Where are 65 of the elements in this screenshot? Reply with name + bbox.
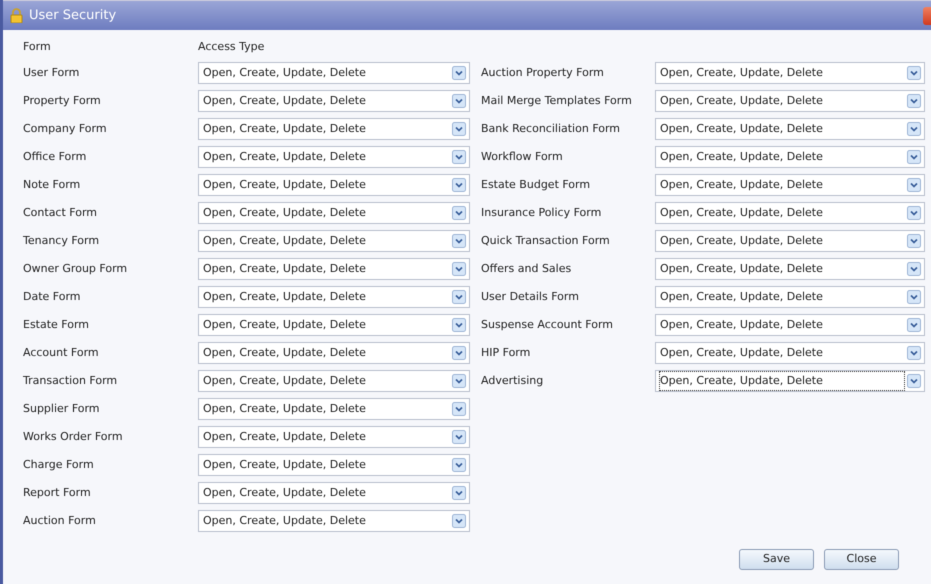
form-label: Estate Form [23, 316, 90, 333]
access-dropdown[interactable]: Open, Create, Update, Delete [655, 314, 925, 336]
access-dropdown[interactable]: Open, Create, Update, Delete [655, 370, 925, 392]
access-dropdown[interactable]: Open, Create, Update, Delete [198, 62, 470, 84]
access-dropdown[interactable]: Open, Create, Update, Delete [198, 202, 470, 224]
access-dropdown[interactable]: Open, Create, Update, Delete [198, 230, 470, 252]
access-dropdown[interactable]: Open, Create, Update, Delete [198, 342, 470, 364]
form-label: Auction Form [23, 512, 97, 529]
form-label: Auction Property Form [481, 64, 605, 81]
form-label: Date Form [23, 288, 82, 305]
access-dropdown[interactable]: Open, Create, Update, Delete [655, 202, 925, 224]
access-dropdown[interactable]: Open, Create, Update, Delete [655, 230, 925, 252]
access-dropdown[interactable]: Open, Create, Update, Delete [655, 286, 925, 308]
form-label: User Details Form [481, 288, 580, 305]
access-dropdown[interactable]: Open, Create, Update, Delete [655, 118, 925, 140]
access-dropdown[interactable]: Open, Create, Update, Delete [198, 454, 470, 476]
access-dropdown[interactable]: Open, Create, Update, Delete [655, 258, 925, 280]
access-dropdown[interactable]: Open, Create, Update, Delete [198, 314, 470, 336]
form-label: Estate Budget Form [481, 176, 592, 193]
form-label: Workflow Form [481, 148, 564, 165]
form-label: Report Form [23, 484, 92, 501]
access-dropdown[interactable]: Open, Create, Update, Delete [198, 426, 470, 448]
dialog-button[interactable]: Save [739, 549, 814, 570]
access-dropdown[interactable]: Open, Create, Update, Delete [198, 398, 470, 420]
access-dropdown[interactable]: Open, Create, Update, Delete [198, 118, 470, 140]
access-dropdown[interactable]: Open, Create, Update, Delete [655, 342, 925, 364]
form-label: Office Form [23, 148, 88, 165]
access-dropdown[interactable]: Open, Create, Update, Delete [198, 370, 470, 392]
close-button[interactable] [923, 6, 931, 24]
form-label: Transaction Form [23, 372, 118, 389]
access-dropdown[interactable]: Open, Create, Update, Delete [655, 146, 925, 168]
form-label: Advertising [481, 372, 544, 389]
form-label: Note Form [23, 176, 82, 193]
access-dropdown[interactable]: Open, Create, Update, Delete [198, 258, 470, 280]
access-dropdown[interactable]: Open, Create, Update, Delete [655, 174, 925, 196]
form-label: Company Form [23, 120, 108, 137]
form-label: Tenancy Form [23, 232, 100, 249]
form-label: Owner Group Form [23, 260, 128, 277]
access-dropdown[interactable]: Open, Create, Update, Delete [198, 146, 470, 168]
form-label: Insurance Policy Form [481, 204, 602, 221]
access-dropdown[interactable]: Open, Create, Update, Delete [655, 90, 925, 112]
form-label: Suspense Account Form [481, 316, 614, 333]
form-label: Property Form [23, 92, 102, 109]
form-label: Charge Form [23, 456, 95, 473]
form-label: HIP Form [481, 344, 532, 361]
form-label: Supplier Form [23, 400, 101, 417]
column-header: Form [23, 38, 52, 55]
access-dropdown[interactable]: Open, Create, Update, Delete [198, 482, 470, 504]
form-label: User Form [23, 64, 80, 81]
form-label: Offers and Sales [481, 260, 572, 277]
form-label: Quick Transaction Form [481, 232, 611, 249]
form-label: Mail Merge Templates Form [481, 92, 633, 109]
form-label: Contact Form [23, 204, 98, 221]
access-dropdown[interactable]: Open, Create, Update, Delete [655, 62, 925, 84]
access-dropdown[interactable]: Open, Create, Update, Delete [198, 90, 470, 112]
window-title: User Security [29, 6, 116, 25]
padlock-icon [10, 8, 23, 23]
access-dropdown[interactable]: Open, Create, Update, Delete [198, 174, 470, 196]
form-label: Bank Reconciliation Form [481, 120, 622, 137]
form-label: Works Order Form [23, 428, 124, 445]
dialog-button[interactable]: Close [824, 549, 899, 570]
access-dropdown[interactable]: Open, Create, Update, Delete [198, 510, 470, 532]
form-label: Account Form [23, 344, 100, 361]
column-header: Access Type [198, 38, 264, 55]
access-dropdown[interactable]: Open, Create, Update, Delete [198, 286, 470, 308]
